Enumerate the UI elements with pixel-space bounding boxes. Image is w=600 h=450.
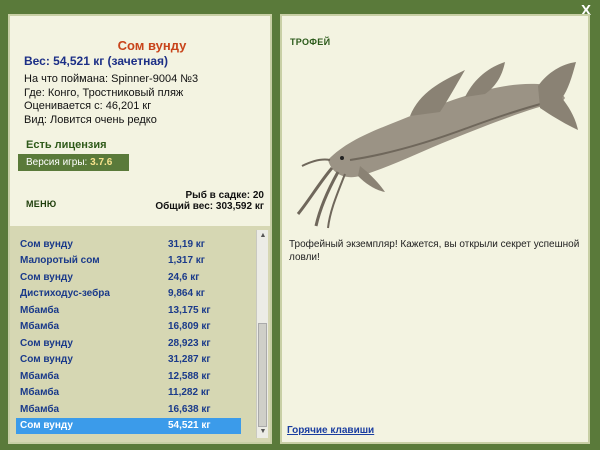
catch-fish-name: Мбамба [20,321,60,333]
catch-fish-name: Мбамба [20,387,60,399]
catch-fish-weight: 9,864 кг [168,288,205,300]
scroll-thumb[interactable] [258,323,267,427]
catch-fish-weight: 12,588 кг [168,370,211,382]
catch-fish-weight: 13,175 кг [168,304,211,316]
caught-on: На что поймана: Spinner-9004 №3 [24,73,199,85]
catch-list-item[interactable]: Мбамба 11,282 кг [16,385,241,402]
total-weight: Общий вес: 303,592 кг [155,201,264,212]
fish-info-panel: Сом вунду Вес: 54,521 кг (зачетная) На ч… [8,14,272,444]
catch-fish-weight: 31,287 кг [168,354,211,366]
trophy-title: ТРОФЕЙ [290,37,331,47]
catch-fish-name: Сом вунду [20,271,73,283]
version-label: Версия игры: [26,157,88,168]
catch-list-item[interactable]: Дистиходус-зебра 9,864 кг [16,286,241,303]
catch-fish-name: Мбамба [20,370,60,382]
catch-list-item[interactable]: Малоротый сом 1,317 кг [16,253,241,270]
catch-fish-name: Мбамба [20,403,60,415]
fish-weight: Вес: 54,521 кг (зачетная) [24,54,169,68]
catch-list-item[interactable]: Сом вунду 31,287 кг [16,352,241,369]
catch-list-item[interactable]: Сом вунду 54,521 кг [16,417,241,434]
fish-details: На что поймана: Spinner-9004 №3 Где: Кон… [24,73,198,127]
trophy-message: Трофейный экземпляр! Кажется, вы открыли… [289,239,580,263]
keepnet-stats: Рыб в садке: 20 Общий вес: 303,592 кг [155,190,264,212]
fish-name: Сом вунду [117,38,187,53]
catch-list-item[interactable]: Сом вунду 31,19 кг [16,236,241,253]
catch-fish-weight: 31,19 кг [168,238,205,250]
license-status: Есть лицензия [26,139,107,151]
catch-fish-weight: 24,6 кг [168,271,200,283]
catch-fish-weight: 16,809 кг [168,321,211,333]
catch-fish-weight: 16,638 кг [168,403,211,415]
catch-fish-name: Малоротый сом [20,255,100,267]
version-value: 3.7.6 [90,157,113,168]
catch-list-item[interactable]: Сом вунду 24,6 кг [16,269,241,286]
scroll-down-icon[interactable]: ▼ [257,426,269,438]
fish-count: Рыб в садке: 20 [185,190,264,201]
catch-fish-weight: 28,923 кг [168,337,211,349]
catch-list: Сом вунду 31,19 кг Малоротый сом 1,317 кг Со… [16,236,241,434]
game-version: Версия игры: 3.7.6 [18,154,129,171]
catch-fish-name: Дистиходус-зебра [20,288,110,300]
catch-fish-weight: 54,521 кг [168,420,211,432]
catch-list-item[interactable]: Мбамба 13,175 кг [16,302,241,319]
catch-fish-name: Сом вунду [20,238,73,250]
menu-button[interactable]: МЕНЮ [26,199,56,209]
trophy-panel: ТРОФЕЙ Трофейный экземпляр! Кажется, вы … [280,14,590,444]
catch-fish-weight: 1,317 кг [168,255,205,267]
catfish-image [296,62,578,229]
catch-list-item[interactable]: Сом вунду 28,923 кг [16,335,241,352]
valued-from: Оценивается с: 46,201 кг [24,100,152,112]
catch-list-area: Сом вунду 31,19 кг Малоротый сом 1,317 кг Со… [10,226,270,442]
catch-list-item[interactable]: Мбамба 16,809 кг [16,319,241,336]
catch-fish-weight: 11,282 кг [168,387,210,399]
fish-rarity: Вид: Ловится очень редко [24,113,157,126]
scroll-up-icon[interactable]: ▲ [257,230,269,242]
catch-fish-name: Сом вунду [20,420,73,432]
catch-list-item[interactable]: Мбамба 16,638 кг [16,401,241,418]
catch-fish-name: Сом вунду [20,354,73,366]
catch-list-item[interactable]: Мбамба 12,588 кг [16,368,241,385]
catch-fish-name: Мбамба [20,304,60,316]
hotkeys-link[interactable]: Горячие клавиши [287,425,374,436]
list-scrollbar[interactable]: ▲ ▼ [256,230,268,438]
catch-fish-name: Сом вунду [20,337,73,349]
catch-location: Где: Конго, Тростниковый пляж [24,86,184,99]
